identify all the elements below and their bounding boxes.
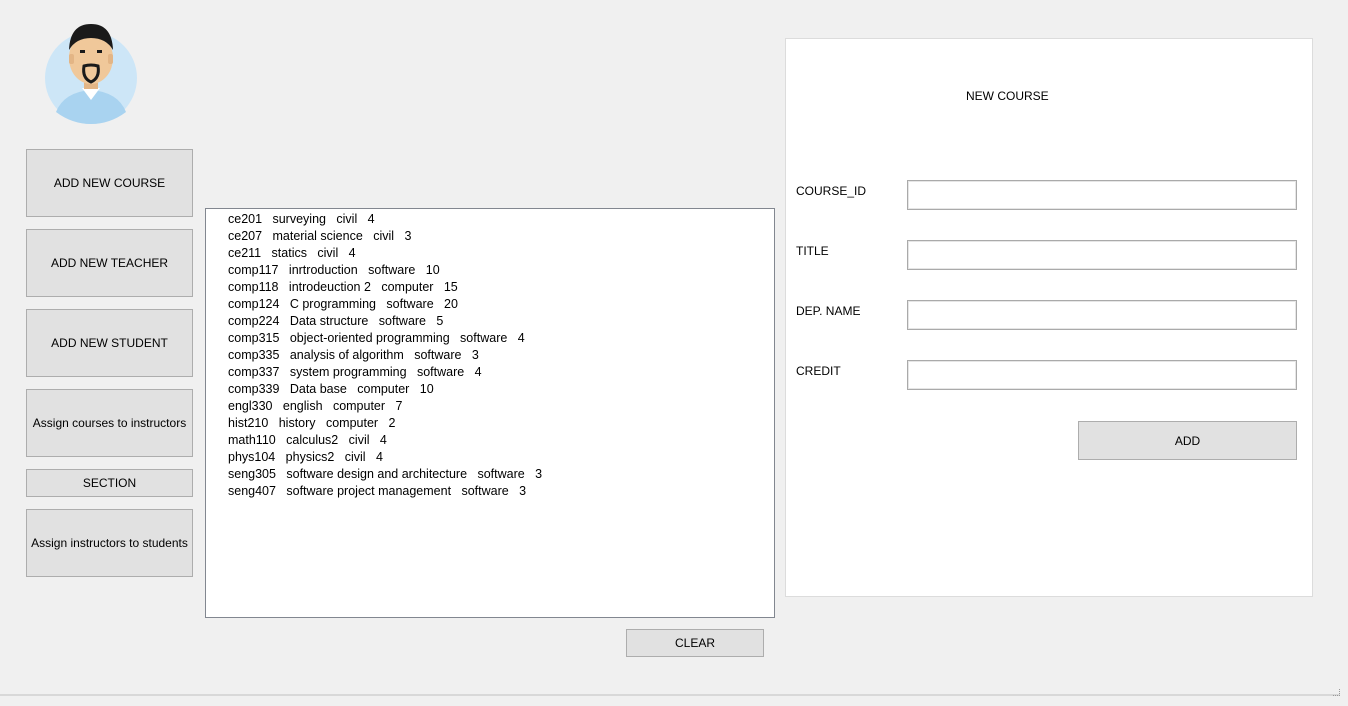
list-item[interactable]: math110 calculus2 civil 4 bbox=[228, 432, 774, 449]
list-item[interactable]: engl330 english computer 7 bbox=[228, 398, 774, 415]
dep-name-label: DEP. NAME bbox=[796, 304, 861, 318]
add-button[interactable]: ADD bbox=[1078, 421, 1297, 460]
course-id-label: COURSE_ID bbox=[796, 184, 867, 198]
assign-instructors-to-students-button[interactable]: Assign instructors to students bbox=[26, 509, 193, 577]
dep-name-field[interactable] bbox=[907, 300, 1297, 330]
credit-label: CREDIT bbox=[796, 364, 841, 378]
list-item[interactable]: comp118 introdeuction 2 computer 15 bbox=[228, 279, 774, 296]
credit-field[interactable] bbox=[907, 360, 1297, 390]
section-button[interactable]: SECTION bbox=[26, 469, 193, 497]
window-bottom-border bbox=[0, 694, 1340, 696]
assign-courses-to-instructors-button[interactable]: Assign courses to instructors bbox=[26, 389, 193, 457]
list-item[interactable]: comp315 object-oriented programming soft… bbox=[228, 330, 774, 347]
list-item[interactable]: comp117 inrtroduction software 10 bbox=[228, 262, 774, 279]
list-item[interactable]: seng407 software project management soft… bbox=[228, 483, 774, 500]
assign-instructors-label: Assign instructors to students bbox=[31, 536, 188, 550]
list-item[interactable]: comp339 Data base computer 10 bbox=[228, 381, 774, 398]
clear-button[interactable]: CLEAR bbox=[626, 629, 764, 657]
section-label: SECTION bbox=[82, 476, 137, 490]
add-new-teacher-button[interactable]: ADD NEW TEACHER bbox=[26, 229, 193, 297]
list-item[interactable]: comp337 system programming software 4 bbox=[228, 364, 774, 381]
course-listbox[interactable]: ce201 surveying civil 4 ce207 material s… bbox=[205, 208, 775, 618]
assign-courses-label: Assign courses to instructors bbox=[32, 416, 187, 430]
list-item[interactable]: comp224 Data structure software 5 bbox=[228, 313, 774, 330]
list-item[interactable]: ce207 material science civil 3 bbox=[228, 228, 774, 245]
list-item[interactable]: phys104 physics2 civil 4 bbox=[228, 449, 774, 466]
clear-label: CLEAR bbox=[674, 636, 715, 650]
add-label: ADD bbox=[1174, 433, 1201, 448]
add-new-course-button[interactable]: ADD NEW COURSE bbox=[26, 149, 193, 217]
panel-title: NEW COURSE bbox=[966, 89, 1049, 103]
add-new-student-button[interactable]: ADD NEW STUDENT bbox=[26, 309, 193, 377]
title-field[interactable] bbox=[907, 240, 1297, 270]
add-new-course-label: ADD NEW COURSE bbox=[53, 176, 166, 190]
new-course-panel: NEW COURSE COURSE_ID TITLE DEP. NAME CRE… bbox=[785, 38, 1313, 597]
list-item[interactable]: comp335 analysis of algorithm software 3 bbox=[228, 347, 774, 364]
list-item[interactable]: ce201 surveying civil 4 bbox=[228, 211, 774, 228]
list-item[interactable]: seng305 software design and architecture… bbox=[228, 466, 774, 483]
add-new-student-label: ADD NEW STUDENT bbox=[51, 336, 168, 350]
list-item[interactable]: hist210 history computer 2 bbox=[228, 415, 774, 432]
course-id-field[interactable] bbox=[907, 180, 1297, 210]
add-new-teacher-label: ADD NEW TEACHER bbox=[50, 256, 169, 270]
list-item[interactable]: comp124 C programming software 20 bbox=[228, 296, 774, 313]
list-item[interactable]: ce211 statics civil 4 bbox=[228, 245, 774, 262]
resize-grip-icon[interactable] bbox=[1333, 689, 1340, 696]
title-label: TITLE bbox=[796, 244, 829, 258]
user-avatar-icon bbox=[44, 20, 138, 126]
